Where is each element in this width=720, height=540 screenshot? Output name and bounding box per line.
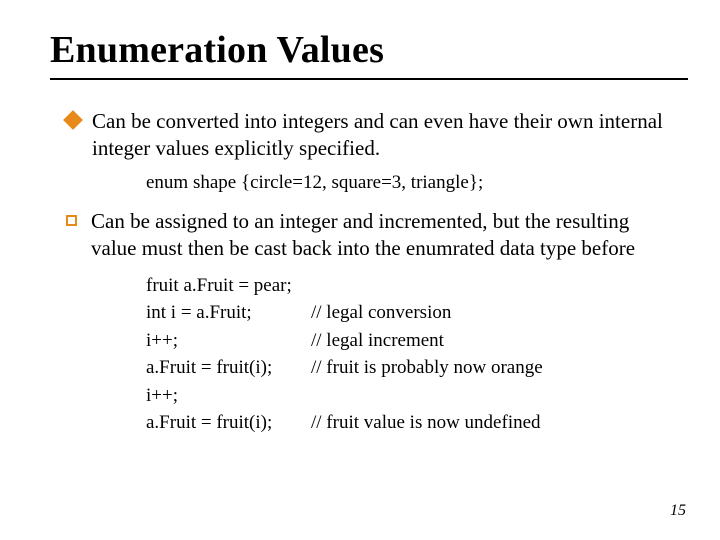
code-stmt: a.Fruit = fruit(i);	[146, 354, 311, 382]
code-comment: // legal increment	[311, 327, 444, 355]
code-line: i++; // legal increment	[146, 327, 678, 355]
diamond-icon	[63, 110, 83, 130]
page-number: 15	[670, 502, 686, 520]
code-line: a.Fruit = fruit(i); // fruit value is no…	[146, 409, 678, 437]
square-icon	[66, 215, 77, 226]
code-stmt: a.Fruit = fruit(i);	[146, 409, 311, 437]
code-comment: // fruit value is now undefined	[311, 409, 541, 437]
code-block: fruit a.Fruit = pear; int i = a.Fruit; /…	[146, 272, 678, 437]
code-comment: // fruit is probably now orange	[311, 354, 543, 382]
body-content: Can be converted into integers and can e…	[50, 108, 688, 437]
code-line: a.Fruit = fruit(i); // fruit is probably…	[146, 354, 678, 382]
title-underline	[50, 78, 688, 80]
code-stmt: i++;	[146, 327, 311, 355]
slide: Enumeration Values Can be converted into…	[0, 0, 720, 540]
code-stmt: i++;	[146, 382, 311, 410]
example-enum-decl: enum shape {circle=12, square=3, triangl…	[146, 172, 678, 194]
code-line: i++;	[146, 382, 678, 410]
code-line: int i = a.Fruit; // legal conversion	[146, 299, 678, 327]
page-title: Enumeration Values	[50, 28, 688, 72]
code-stmt: fruit a.Fruit = pear;	[146, 272, 311, 300]
bullet-2: Can be assigned to an integer and increm…	[66, 208, 678, 262]
code-line: fruit a.Fruit = pear;	[146, 272, 678, 300]
bullet-1-text: Can be converted into integers and can e…	[92, 108, 678, 162]
code-stmt: int i = a.Fruit;	[146, 299, 311, 327]
bullet-1: Can be converted into integers and can e…	[66, 108, 678, 162]
code-comment: // legal conversion	[311, 299, 451, 327]
bullet-2-text: Can be assigned to an integer and increm…	[91, 208, 678, 262]
